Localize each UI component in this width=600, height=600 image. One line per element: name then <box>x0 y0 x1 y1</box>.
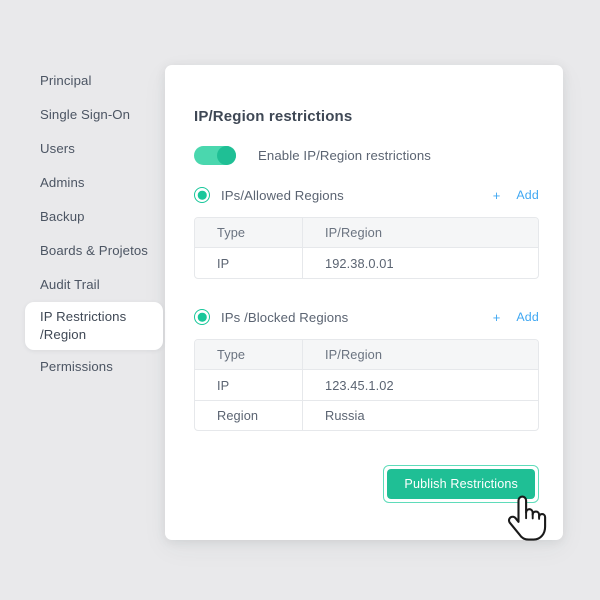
cell-type: IP <box>195 370 303 400</box>
publish-restrictions-button[interactable]: Publish Restrictions <box>387 469 535 499</box>
settings-sidebar: Principal Single Sign-On Users Admins Backup… <box>25 64 170 384</box>
sidebar-item-3[interactable]: Admins <box>25 166 170 200</box>
sidebar-item-4[interactable]: Backup <box>25 200 170 234</box>
table-body: IP 123.45.1.02 Region Russia <box>195 370 538 430</box>
sidebar-item-label: Boards & Projetos <box>40 243 148 259</box>
sidebar-item-2[interactable]: Users <box>25 132 170 166</box>
allowed-regions-row: IPs/Allowed Regions + Add <box>194 187 539 203</box>
sidebar-item-label: Principal <box>40 73 92 89</box>
card-content: IP/Region restrictions Enable IP/Region … <box>194 108 539 431</box>
sidebar-item-label: Admins <box>40 175 85 191</box>
add-allowed-region-button[interactable]: + Add <box>493 188 539 202</box>
sidebar-item-label: Backup <box>40 209 85 225</box>
allowed-regions-label: IPs/Allowed Regions <box>221 187 344 203</box>
cell-type: IP <box>195 248 303 278</box>
enable-restrictions-toggle[interactable] <box>194 146 236 165</box>
sidebar-item-label: Single Sign-On <box>40 107 131 123</box>
radio-dot <box>197 312 207 322</box>
blocked-regions-label: IPs /Blocked Regions <box>221 309 349 325</box>
table-head: Type IP/Region <box>195 218 538 248</box>
table-header-row: Type IP/Region <box>195 218 538 248</box>
add-blocked-region-button[interactable]: + Add <box>493 310 539 324</box>
column-header-ip-region: IP/Region <box>303 218 538 248</box>
add-label: Add <box>516 310 539 324</box>
blocked-regions-row: IPs /Blocked Regions + Add <box>194 309 539 325</box>
sidebar-item-label: Audit Trail <box>40 277 100 293</box>
blocked-regions-table: Type IP/Region IP 123.45.1.02 Region Rus… <box>194 339 539 431</box>
enable-restrictions-row: Enable IP/Region restrictions <box>194 146 539 165</box>
column-header-ip-region: IP/Region <box>303 340 538 370</box>
sidebar-item-6[interactable]: Audit Trail <box>25 268 170 302</box>
toggle-knob <box>217 146 236 165</box>
table-header-row: Type IP/Region <box>195 340 538 370</box>
radio-blocked-regions[interactable] <box>194 309 210 325</box>
sidebar-item-1[interactable]: Single Sign-On <box>25 98 170 132</box>
cell-ip-region: 123.45.1.02 <box>325 377 394 393</box>
cell-ip-region: 192.38.0.01 <box>325 255 394 271</box>
radio-allowed-regions[interactable] <box>194 187 210 203</box>
table-head: Type IP/Region <box>195 340 538 370</box>
cell-ip-region: Russia <box>303 400 538 430</box>
table-row[interactable]: IP 192.38.0.01 <box>195 248 538 278</box>
add-label: Add <box>516 188 539 202</box>
cell-type: Region <box>195 400 303 430</box>
sidebar-item-label: IP Restrictions /Region <box>40 309 127 342</box>
ip-region-restrictions-card: IP/Region restrictions Enable IP/Region … <box>165 65 563 540</box>
table-row[interactable]: Region Russia <box>195 400 538 430</box>
radio-dot <box>197 190 207 200</box>
plus-icon: + <box>492 309 501 325</box>
publish-focus-ring: Publish Restrictions <box>383 465 539 503</box>
column-header-type: Type <box>195 218 303 248</box>
settings-screen: Principal Single Sign-On Users Admins Backup… <box>0 0 600 600</box>
page-title: IP/Region restrictions <box>194 108 353 125</box>
sidebar-item-0[interactable]: Principal <box>25 64 170 98</box>
sidebar-item-label: Permissions <box>40 358 113 374</box>
sidebar-item-5[interactable]: Boards & Projetos <box>25 234 170 268</box>
table-row[interactable]: IP 123.45.1.02 <box>195 370 538 400</box>
sidebar-item-7[interactable]: IP Restrictions /Region <box>25 302 163 350</box>
sidebar-item-8[interactable]: Permissions <box>25 350 170 384</box>
column-header-type: Type <box>195 340 303 370</box>
enable-restrictions-label: Enable IP/Region restrictions <box>258 148 431 163</box>
plus-icon: + <box>492 187 501 203</box>
publish-button-area: Publish Restrictions <box>194 465 539 503</box>
table-body: IP 192.38.0.01 <box>195 248 538 278</box>
allowed-regions-table: Type IP/Region IP 192.38.0.01 <box>194 217 539 279</box>
sidebar-item-label: Users <box>40 141 75 157</box>
